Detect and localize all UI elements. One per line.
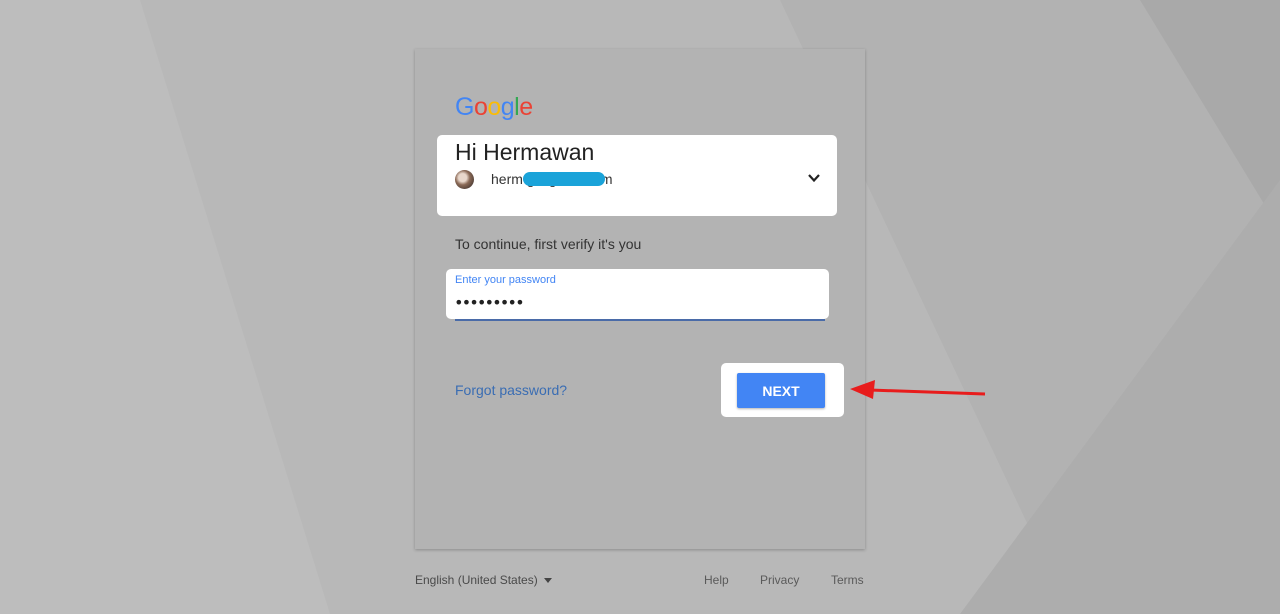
password-underline [455, 319, 825, 321]
password-field[interactable]: Enter your password [446, 269, 829, 319]
next-button-highlight: NEXT [721, 363, 844, 417]
next-button[interactable]: NEXT [737, 373, 825, 408]
password-label: Enter your password [455, 274, 556, 286]
email-redaction-mark [523, 172, 605, 186]
annotation-arrow [850, 380, 986, 399]
forgot-password-link[interactable]: Forgot password? [455, 382, 567, 398]
language-label: English (United States) [415, 573, 538, 587]
password-input[interactable] [454, 291, 814, 313]
logo-letter: g [500, 93, 515, 121]
account-chooser[interactable]: Hi Hermawan herm g@gmail.com [437, 135, 837, 216]
help-link[interactable]: Help [704, 573, 729, 587]
google-logo: Google [455, 93, 533, 122]
privacy-link[interactable]: Privacy [760, 573, 799, 587]
language-selector[interactable]: English (United States) [415, 573, 552, 587]
terms-link[interactable]: Terms [831, 573, 864, 587]
logo-letter: o [487, 93, 501, 121]
logo-letter: G [455, 93, 474, 121]
caret-down-icon [543, 578, 552, 584]
signin-card: Google Hi Hermawan herm g@gmail.com To c… [415, 49, 865, 549]
avatar [455, 170, 474, 189]
greeting-title: Hi Hermawan [455, 139, 595, 165]
logo-letter: e [519, 93, 533, 121]
chevron-down-icon[interactable] [807, 171, 821, 185]
verify-message: To continue, first verify it's you [455, 236, 642, 252]
logo-letter: o [473, 93, 488, 121]
